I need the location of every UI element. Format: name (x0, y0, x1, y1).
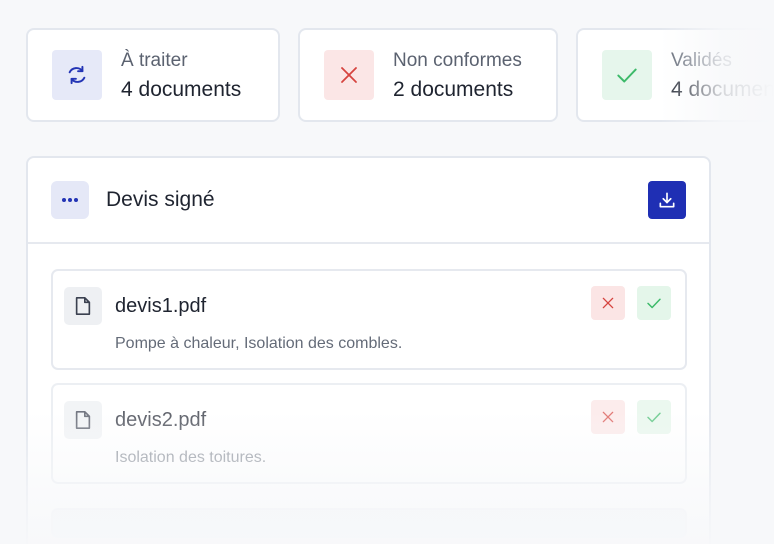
stat-label: Validés (671, 49, 732, 71)
close-icon (602, 297, 614, 309)
download-button[interactable] (648, 181, 686, 219)
check-icon (602, 50, 652, 100)
more-options-button[interactable] (51, 181, 89, 219)
stat-label: À traiter (121, 49, 188, 71)
check-icon (647, 412, 661, 423)
stat-card-to-process[interactable]: À traiter 4 documents (26, 28, 280, 122)
stat-label: Non conformes (393, 49, 522, 71)
stat-value: 4 documents (671, 77, 774, 101)
stat-value: 4 documents (121, 77, 242, 101)
reject-button[interactable] (591, 286, 625, 320)
file-icon (64, 287, 102, 325)
more-icon (62, 198, 78, 202)
file-name[interactable]: devis2.pdf (115, 409, 206, 432)
close-icon (324, 50, 374, 100)
panel-header: Devis signé (28, 158, 709, 244)
accept-button[interactable] (637, 286, 671, 320)
accept-button[interactable] (637, 400, 671, 434)
stat-card-non-compliant[interactable]: Non conformes 2 documents (298, 28, 558, 122)
file-icon (64, 401, 102, 439)
reject-button[interactable] (591, 400, 625, 434)
stat-card-validated[interactable]: Validés 4 documents (576, 28, 774, 122)
file-description: Isolation des toitures. (115, 449, 267, 466)
check-icon (647, 298, 661, 309)
file-name[interactable]: devis1.pdf (115, 295, 206, 318)
panel-title: Devis signé (106, 188, 215, 211)
refresh-icon (52, 50, 102, 100)
document-panel: Devis signé devis1.pdf Pompe à chaleur, … (26, 156, 711, 544)
file-item-partial (51, 508, 687, 538)
stat-value: 2 documents (393, 77, 514, 101)
file-description: Pompe à chaleur, Isolation des combles. (115, 335, 403, 352)
file-item[interactable]: devis2.pdf Isolation des toitures. (51, 383, 687, 484)
close-icon (602, 411, 614, 423)
download-icon (659, 192, 675, 208)
file-item[interactable]: devis1.pdf Pompe à chaleur, Isolation de… (51, 269, 687, 370)
